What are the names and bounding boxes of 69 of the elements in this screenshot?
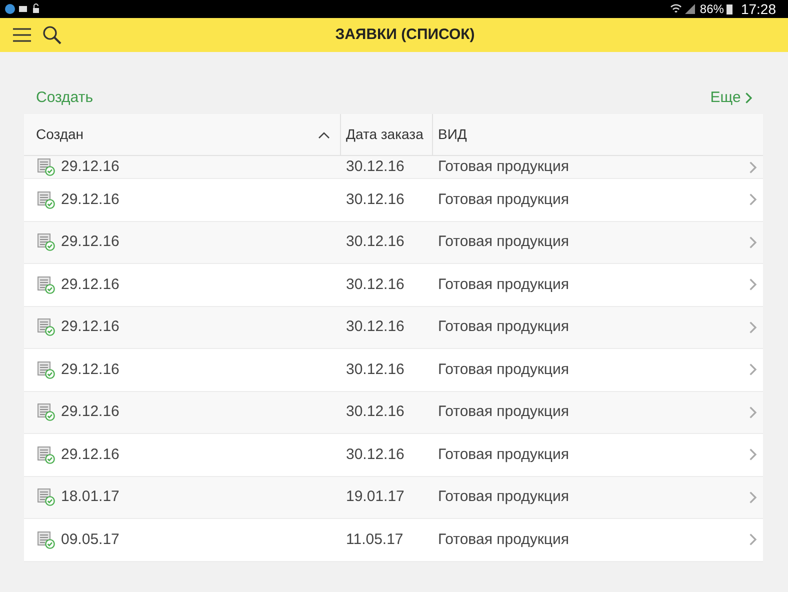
chevron-right-icon bbox=[749, 448, 757, 462]
table-cell: 30.12.16 bbox=[346, 446, 404, 462]
search-button[interactable] bbox=[42, 25, 62, 45]
document-check-icon bbox=[37, 530, 55, 549]
table-cell-text: Готовая продукция bbox=[438, 360, 569, 380]
table-cell-text: Готовая продукция bbox=[438, 190, 569, 210]
table-cell-text: 29.12.16 bbox=[61, 317, 120, 337]
chevron-right-icon bbox=[749, 160, 757, 174]
search-icon bbox=[42, 25, 62, 45]
table-cell-text: Готовая продукция bbox=[438, 232, 569, 252]
column-header[interactable]: Дата заказа bbox=[341, 114, 433, 155]
chevron-right-icon bbox=[749, 533, 757, 546]
signal-icon bbox=[684, 3, 696, 15]
table-cell-text: 29.12.16 bbox=[61, 360, 120, 380]
chevron-right-icon bbox=[749, 236, 757, 249]
chevron-right-icon bbox=[749, 193, 757, 206]
table-cell-text: 29.12.16 bbox=[61, 444, 120, 464]
document-check-icon bbox=[37, 318, 55, 336]
table-cell-text: 29.12.16 bbox=[61, 274, 120, 294]
table-cell-text: 29.12.16 bbox=[61, 156, 120, 177]
battery-level: 86% bbox=[700, 1, 724, 18]
wifi-icon bbox=[670, 3, 682, 15]
chevron-right-icon bbox=[749, 363, 757, 376]
column-header[interactable]: ВИД bbox=[433, 114, 763, 155]
chevron-right-icon bbox=[744, 92, 752, 104]
table-cell: 30.12.16 bbox=[346, 190, 404, 208]
table-cell-text: 18.01.17 bbox=[61, 487, 120, 507]
table-cell-text: Готовая продукция bbox=[438, 530, 569, 550]
document-check-icon bbox=[37, 488, 55, 506]
battery-icon bbox=[726, 3, 733, 15]
table-cell-text: Готовая продукция bbox=[438, 487, 569, 507]
menu-button[interactable] bbox=[12, 26, 32, 44]
chevron-right-icon bbox=[749, 406, 757, 419]
chevron-right-icon bbox=[749, 490, 757, 504]
table-row[interactable]: 29.12.16 30.12.16 Готовая продукция bbox=[24, 306, 763, 349]
table-cell: 30.12.16 bbox=[346, 318, 404, 335]
table-cell-text: Готовая продукция bbox=[438, 274, 569, 294]
table-cell-text: Готовая продукция bbox=[438, 317, 569, 337]
table-cell-text: 29.12.16 bbox=[61, 232, 120, 252]
chevron-right-icon bbox=[749, 320, 757, 334]
document-check-icon bbox=[37, 190, 55, 209]
document-check-icon bbox=[37, 158, 55, 176]
table-cell-text: 09.05.17 bbox=[61, 530, 120, 550]
table-cell: 19.01.17 bbox=[346, 488, 404, 505]
chevron-right-icon bbox=[749, 278, 757, 292]
table-cell: 30.12.16 bbox=[346, 158, 404, 175]
document-check-icon bbox=[37, 446, 55, 464]
document-check-icon bbox=[37, 403, 55, 422]
table-cell-text: 29.12.16 bbox=[61, 402, 120, 422]
page-title: ЗАЯВКИ (СПИСОК) bbox=[335, 24, 475, 45]
document-check-icon bbox=[37, 233, 55, 252]
document-check-icon bbox=[37, 360, 55, 379]
table-row[interactable]: 29.12.16 30.12.16 Готовая продукция bbox=[24, 222, 763, 264]
table-row[interactable]: 29.12.16 30.12.16 Готовая продукция bbox=[24, 156, 763, 179]
table-cell: 30.12.16 bbox=[346, 360, 404, 378]
table-cell: 30.12.16 bbox=[346, 276, 404, 292]
table-row[interactable]: 18.01.17 19.01.17 Готовая продукция bbox=[24, 476, 763, 519]
menu-icon bbox=[12, 27, 32, 43]
table-cell: 11.05.17 bbox=[346, 530, 404, 548]
document-check-icon bbox=[37, 276, 55, 294]
table-cell-text: Готовая продукция bbox=[438, 156, 569, 177]
clock: 17:28 bbox=[740, 0, 776, 18]
table-cell-text: Готовая продукция bbox=[438, 444, 569, 464]
column-header[interactable]: Создан bbox=[24, 114, 341, 155]
table-row[interactable]: 29.12.16 30.12.16 Готовая продукция bbox=[24, 392, 763, 434]
table-cell: 30.12.16 bbox=[346, 233, 404, 250]
table-cell: 30.12.16 bbox=[346, 403, 404, 420]
table-cell-text: Готовая продукция bbox=[438, 402, 569, 422]
table-cell-text: 29.12.16 bbox=[61, 190, 120, 210]
